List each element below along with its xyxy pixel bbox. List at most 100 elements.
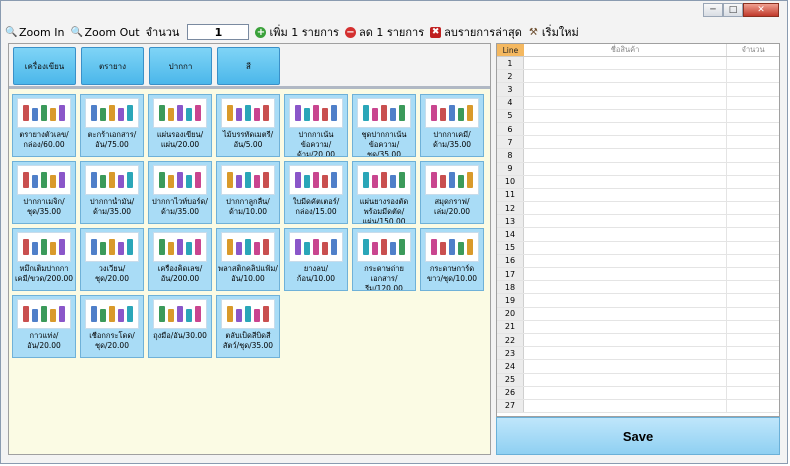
product-button[interactable]: ใบมีดคัตเตอร์/กล่อง/15.00 xyxy=(284,161,348,224)
product-name-cell[interactable] xyxy=(524,215,728,228)
quantity-cell[interactable] xyxy=(727,70,779,82)
quantity-cell[interactable] xyxy=(727,400,779,412)
quantity-cell[interactable] xyxy=(727,57,779,69)
product-button[interactable]: วงเวียน/ชุด/20.00 xyxy=(80,228,144,291)
product-name-cell[interactable] xyxy=(524,399,728,413)
product-name-cell[interactable] xyxy=(524,83,728,96)
quantity-cell[interactable] xyxy=(727,149,779,161)
quantity-cell[interactable] xyxy=(727,83,779,95)
product-button[interactable]: ไม้บรรทัดเมตรี/อัน/5.00 xyxy=(216,94,280,157)
table-row[interactable]: 8 xyxy=(497,149,779,163)
close-button[interactable]: ✕ xyxy=(743,3,779,17)
quantity-cell[interactable] xyxy=(727,215,779,227)
category-button[interactable]: สี xyxy=(217,47,280,85)
product-name-cell[interactable] xyxy=(524,109,728,122)
table-row[interactable]: 19 xyxy=(497,294,779,308)
product-button[interactable]: ชุดปากกาเน้นข้อความ/ชุด/35.00 xyxy=(352,94,416,157)
table-row[interactable]: 16 xyxy=(497,254,779,268)
quantity-cell[interactable] xyxy=(727,294,779,306)
category-button[interactable]: ปากกา xyxy=(149,47,212,85)
product-button[interactable]: เครื่องคิดเลข/อัน/200.00 xyxy=(148,228,212,291)
quantity-cell[interactable] xyxy=(727,308,779,320)
table-row[interactable]: 10 xyxy=(497,175,779,189)
table-row[interactable]: 7 xyxy=(497,136,779,150)
product-name-cell[interactable] xyxy=(524,386,728,399)
table-row[interactable]: 3 xyxy=(497,83,779,97)
maximize-button[interactable]: □ xyxy=(723,3,743,17)
delete-last-button[interactable]: ✖ ลบรายการล่าสุด xyxy=(430,23,522,41)
minimize-button[interactable]: ─ xyxy=(703,3,723,17)
table-row[interactable]: 9 xyxy=(497,162,779,176)
quantity-cell[interactable] xyxy=(727,97,779,109)
product-name-cell[interactable] xyxy=(524,333,728,347)
product-name-cell[interactable] xyxy=(524,360,728,373)
restart-button[interactable]: ⚒ เริ่มใหม่ xyxy=(528,23,579,41)
quantity-cell[interactable] xyxy=(727,374,779,386)
product-name-cell[interactable] xyxy=(524,57,728,70)
product-button[interactable]: หมึกเติมปากกาเคมี/ขวด/200.00 xyxy=(12,228,76,291)
product-button[interactable]: ปากกาเมจิก/ชุด/35.00 xyxy=(12,161,76,224)
quantity-cell[interactable] xyxy=(727,360,779,372)
table-row[interactable]: 13 xyxy=(497,215,779,229)
category-button[interactable]: เครื่องเขียน xyxy=(13,47,76,85)
category-button[interactable]: ตรายาง xyxy=(81,47,144,85)
product-name-cell[interactable] xyxy=(524,70,728,83)
product-button[interactable]: ถุงมือ/อัน/30.00 xyxy=(148,295,212,358)
product-button[interactable]: แผ่นรองเขียน/แผ่น/20.00 xyxy=(148,94,212,157)
table-row[interactable]: 24 xyxy=(497,360,779,374)
table-row[interactable]: 20 xyxy=(497,307,779,321)
zoom-in-button[interactable]: 🔍 Zoom In xyxy=(5,26,64,39)
table-row[interactable]: 1 xyxy=(497,57,779,71)
product-button[interactable]: ยางลบ/ก้อน/10.00 xyxy=(284,228,348,291)
quantity-cell[interactable] xyxy=(727,255,779,267)
quantity-cell[interactable] xyxy=(727,202,779,214)
product-button[interactable]: ตะกร้าเอกสาร/อัน/75.00 xyxy=(80,94,144,157)
quantity-cell[interactable] xyxy=(727,189,779,201)
product-button[interactable]: ปากกาน้ำมัน/ด้าม/35.00 xyxy=(80,161,144,224)
quantity-cell[interactable] xyxy=(727,163,779,175)
product-button[interactable]: เชือกกระโดด/ชุด/20.00 xyxy=(80,295,144,358)
table-row[interactable]: 6 xyxy=(497,122,779,137)
product-name-cell[interactable] xyxy=(524,149,728,162)
add-one-button[interactable]: + เพิ่ม 1 รายการ xyxy=(255,23,339,41)
quantity-cell[interactable] xyxy=(727,321,779,333)
product-name-cell[interactable] xyxy=(524,347,728,360)
product-button[interactable]: ปากกาไวท์บอร์ด/ด้าม/35.00 xyxy=(148,161,212,224)
quantity-cell[interactable] xyxy=(727,387,779,399)
product-name-cell[interactable] xyxy=(524,122,728,136)
product-name-cell[interactable] xyxy=(524,175,728,188)
remove-one-button[interactable]: − ลด 1 รายการ xyxy=(344,23,424,41)
quantity-cell[interactable] xyxy=(727,268,779,280)
quantity-cell[interactable] xyxy=(727,334,779,346)
product-name-cell[interactable] xyxy=(524,268,728,281)
product-name-cell[interactable] xyxy=(524,281,728,294)
table-row[interactable]: 12 xyxy=(497,202,779,216)
quantity-cell[interactable] xyxy=(727,176,779,188)
product-name-cell[interactable] xyxy=(524,136,728,149)
zoom-out-button[interactable]: 🔍 Zoom Out xyxy=(70,26,139,39)
product-button[interactable]: กาวแท่ง/อัน/20.00 xyxy=(12,295,76,358)
product-button[interactable]: กระดาษการ์ดขาว/ชุด/10.00 xyxy=(420,228,484,291)
product-button[interactable]: กระดาษถ่ายเอกสาร/รีม/120.00 xyxy=(352,228,416,291)
product-button[interactable]: ตรายางตัวเลข/กล่อง/60.00 xyxy=(12,94,76,157)
product-name-cell[interactable] xyxy=(524,373,728,386)
table-row[interactable]: 27 xyxy=(497,399,779,414)
table-row[interactable]: 22 xyxy=(497,333,779,348)
table-row[interactable]: 5 xyxy=(497,109,779,123)
quantity-cell[interactable] xyxy=(727,110,779,122)
product-name-cell[interactable] xyxy=(524,241,728,254)
table-row[interactable]: 23 xyxy=(497,347,779,361)
quantity-cell[interactable] xyxy=(727,347,779,359)
table-row[interactable]: 4 xyxy=(497,96,779,110)
table-row[interactable]: 11 xyxy=(497,188,779,203)
product-button[interactable]: พลาสติกคลิปแฟ้ม/อัน/10.00 xyxy=(216,228,280,291)
product-name-cell[interactable] xyxy=(524,294,728,307)
product-button[interactable]: ปากกาลูกลื่น/ด้าม/10.00 xyxy=(216,161,280,224)
table-row[interactable]: 21 xyxy=(497,320,779,334)
product-name-cell[interactable] xyxy=(524,320,728,333)
table-row[interactable]: 17 xyxy=(497,268,779,282)
product-name-cell[interactable] xyxy=(524,202,728,215)
quantity-cell[interactable] xyxy=(727,136,779,148)
quantity-cell[interactable] xyxy=(727,281,779,293)
product-button[interactable]: สมุดกราฟ/เล่ม/20.00 xyxy=(420,161,484,224)
